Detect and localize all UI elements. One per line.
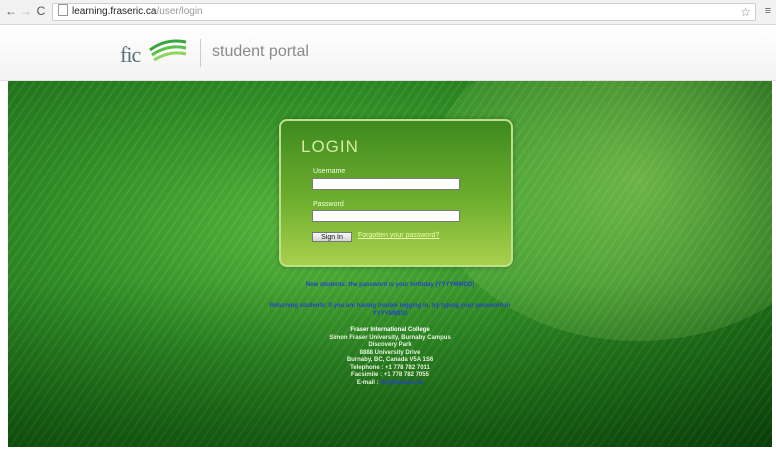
main-content: LOGIN Username Password Sign In Forgotte… [8, 81, 772, 447]
page-icon [58, 4, 68, 16]
back-icon[interactable]: ← [4, 4, 18, 18]
address-line-3: 8888 University Drive [359, 349, 421, 356]
email-link[interactable]: fic@fraseric.ca [380, 380, 423, 386]
header-divider [200, 39, 201, 67]
login-panel: LOGIN Username Password Sign In Forgotte… [279, 119, 513, 267]
portal-label: student portal [212, 43, 309, 60]
forgot-password-link[interactable]: Forgotten your password? [358, 232, 439, 239]
college-name: Fraser International College [350, 327, 430, 333]
address-line-4: Burnaby, BC, Canada V5A 1S6 [346, 357, 434, 363]
site-header: fic student portal [0, 25, 776, 81]
contact-block: Fraser International College Simon Frase… [8, 327, 772, 387]
email-label: E-mail : [356, 379, 379, 386]
fax-line: Facsimile : +1 778 782 7055 [351, 372, 429, 378]
phone-line: Telephone : +1 778 782 7011 [350, 364, 430, 371]
browser-toolbar: ← → C learning.fraseric.ca/user/login ☆ … [0, 0, 776, 25]
login-title: LOGIN [301, 137, 359, 156]
url-path: /user/login [156, 6, 203, 17]
forward-icon[interactable]: → [19, 4, 33, 18]
fic-logo[interactable]: fic [120, 36, 190, 70]
password-input[interactable] [312, 210, 460, 222]
url-host: learning.fraseric.ca [72, 6, 157, 17]
email-line: E-mail : fic@fraseric.ca [8, 380, 772, 388]
new-students-notice: New students: the password is your birth… [305, 282, 475, 288]
reload-icon[interactable]: C [34, 4, 48, 18]
browser-menu-icon[interactable]: ≡ [764, 5, 772, 17]
address-line-2: Discovery Park [368, 342, 412, 348]
returning-students-notice: Returning students: if you are having tr… [269, 303, 511, 317]
password-label: Password [313, 201, 344, 208]
address-line-1: Simon Fraser University, Burnaby Campus [329, 334, 451, 341]
address-bar[interactable]: learning.fraseric.ca/user/login ☆ [52, 3, 756, 21]
bookmark-star-icon[interactable]: ☆ [740, 4, 751, 20]
username-label: Username [313, 168, 346, 175]
sign-in-button[interactable]: Sign In [312, 232, 352, 242]
logo-text: fic [120, 42, 141, 67]
logo-swoosh-icon [149, 39, 187, 62]
username-input[interactable] [312, 178, 460, 190]
